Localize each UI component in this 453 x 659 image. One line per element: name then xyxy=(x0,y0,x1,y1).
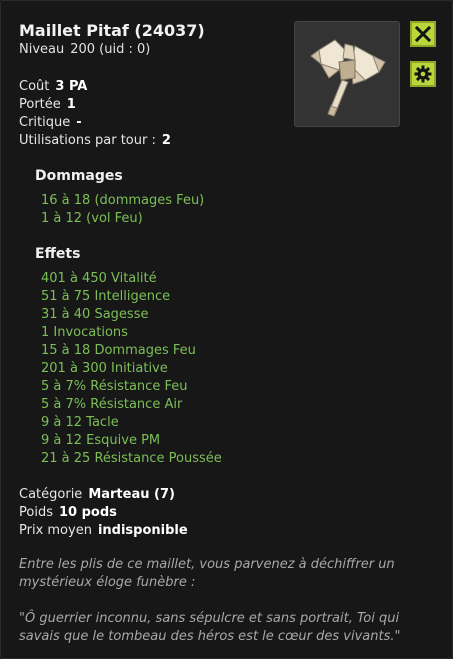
effect-line: 9 à 12 Esquive PM xyxy=(41,433,161,448)
level-label: Niveau xyxy=(19,42,65,57)
meta-value: Marteau (7) xyxy=(88,487,175,502)
stat-label: Critique xyxy=(19,115,71,130)
stat-label: Coût xyxy=(19,79,50,94)
item-tooltip-panel: Maillet Pitaf (24037) Niveau 200 (uid : 0… xyxy=(0,0,453,659)
gear-icon xyxy=(414,65,432,83)
stat-value: 2 xyxy=(161,133,171,148)
stat-row-uses-per-turn: Utilisations par tour : 2 xyxy=(19,132,171,150)
stat-row-cost: Coût 3 PA xyxy=(19,78,171,96)
stat-label: Utilisations par tour : xyxy=(19,133,156,148)
hammer-axe-icon xyxy=(310,39,386,117)
stat-row-critical: Critique - xyxy=(19,114,171,132)
stat-row-range: Portée 1 xyxy=(19,96,171,114)
level-value: 200 (uid : 0) xyxy=(70,42,151,57)
meta-label: Catégorie xyxy=(19,487,83,502)
description-intro: Entre les plis de ce maillet, vous parve… xyxy=(19,557,395,590)
item-thumbnail xyxy=(294,21,400,127)
item-meta: Catégorie Marteau (7) Poids 10 pods Prix m… xyxy=(19,486,188,540)
damage-list: 16 à 18 (dommages Feu) 1 à 12 (vol Feu) xyxy=(41,192,204,228)
stat-value: 3 PA xyxy=(55,79,88,94)
meta-label: Prix moyen xyxy=(19,523,92,538)
meta-row-category: Catégorie Marteau (7) xyxy=(19,486,188,504)
effect-line: 5 à 7% Résistance Air xyxy=(41,397,183,412)
meta-row-average-price: Prix moyen indisponible xyxy=(19,522,188,540)
damage-line: 16 à 18 (dommages Feu) xyxy=(41,193,205,208)
effect-line: 5 à 7% Résistance Feu xyxy=(41,379,188,394)
effect-line: 401 à 450 Vitalité xyxy=(41,271,157,286)
damage-section-title: Dommages xyxy=(35,168,123,184)
effect-line: 21 à 25 Résistance Poussée xyxy=(41,451,222,466)
close-icon xyxy=(415,26,431,42)
item-title: Maillet Pitaf (24037) xyxy=(19,21,205,40)
effect-line: 201 à 300 Initiative xyxy=(41,361,168,376)
meta-value: 10 pods xyxy=(58,505,117,520)
close-button[interactable] xyxy=(410,21,436,47)
stat-label: Portée xyxy=(19,97,61,112)
effect-line: 31 à 40 Sagesse xyxy=(41,307,149,322)
effect-line: 15 à 18 Dommages Feu xyxy=(41,343,196,358)
stat-value: - xyxy=(76,115,82,130)
effects-section-title: Effets xyxy=(35,246,81,262)
effect-line: 1 Invocations xyxy=(41,325,128,340)
item-level: Niveau 200 (uid : 0) xyxy=(19,42,150,57)
damage-line: 1 à 12 (vol Feu) xyxy=(41,211,143,226)
item-stats: Coût 3 PA Portée 1 Critique - Utilisations … xyxy=(19,78,171,150)
settings-button[interactable] xyxy=(410,61,436,87)
effect-line: 9 à 12 Tacle xyxy=(41,415,119,430)
effect-line: 51 à 75 Intelligence xyxy=(41,289,171,304)
meta-row-weight: Poids 10 pods xyxy=(19,504,188,522)
description-quote: "Ô guerrier inconnu, sans sépulcre et sa… xyxy=(19,611,401,644)
effects-list: 401 à 450 Vitalité 51 à 75 Intelligence … xyxy=(41,270,222,468)
stat-value: 1 xyxy=(66,97,76,112)
meta-label: Poids xyxy=(19,505,53,520)
meta-value: indisponible xyxy=(97,523,188,538)
